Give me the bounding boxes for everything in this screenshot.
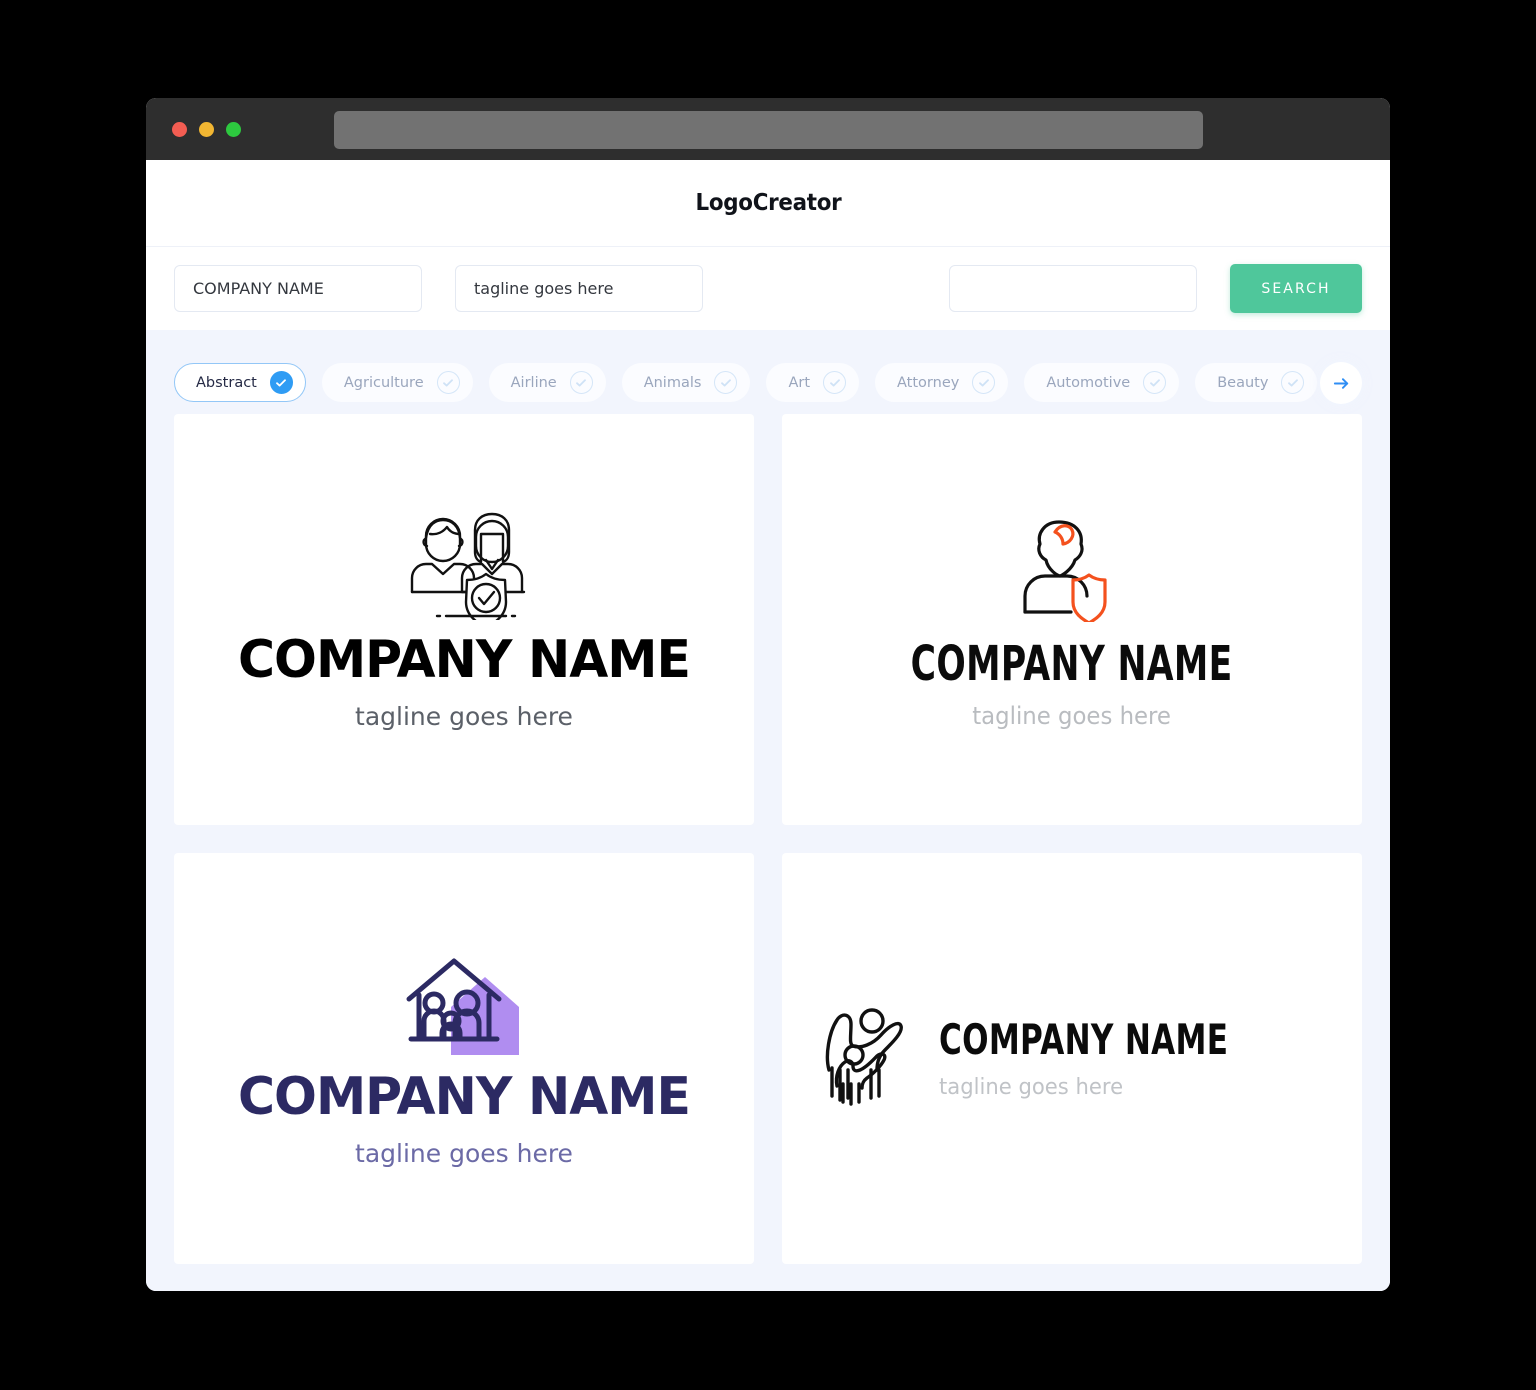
logo-results-grid: COMPANY NAME tagline goes here COMPANY N… (174, 414, 1362, 1264)
app-brand-title: LogoCreator (695, 190, 841, 216)
category-chip-label: Agriculture (343, 374, 424, 391)
categories-next-button[interactable] (1320, 362, 1362, 404)
category-chip-agriculture[interactable]: Agriculture (321, 363, 473, 402)
logo-card[interactable]: COMPANY NAME tagline goes here (174, 853, 754, 1264)
browser-window: LogoCreator SEARCH Abstract Agriculture (146, 98, 1390, 1291)
logo-preview: COMPANY NAME tagline goes here (231, 510, 697, 729)
category-chip-label: Automotive (1046, 374, 1131, 391)
family-raised-arms-icon (825, 1007, 903, 1106)
window-controls (172, 121, 241, 137)
maximize-window-button[interactable] (226, 121, 241, 137)
check-circle-icon[interactable] (972, 371, 996, 394)
company-name-input[interactable] (174, 265, 422, 312)
logo-card[interactable]: COMPANY NAME tagline goes here (174, 414, 754, 825)
category-chip-airline[interactable]: Airline (488, 363, 606, 402)
category-chip-art[interactable]: Art (766, 363, 860, 402)
category-chip-label: Attorney (897, 374, 960, 391)
category-chip-label: Beauty (1217, 374, 1269, 391)
category-chip-label: Airline (510, 374, 557, 391)
logo-company-name: COMPANY NAME (938, 1014, 1228, 1064)
check-circle-icon[interactable] (1143, 371, 1167, 394)
logo-preview: COMPANY NAME tagline goes here (848, 512, 1295, 728)
check-circle-icon[interactable] (823, 371, 847, 394)
app-body: Abstract Agriculture Airline Animals Art… (146, 330, 1390, 1291)
check-circle-icon[interactable] (269, 371, 293, 394)
minimize-window-button[interactable] (199, 121, 214, 137)
check-circle-icon[interactable] (1281, 371, 1305, 394)
search-bar: SEARCH (146, 246, 1390, 330)
tagline-input[interactable] (455, 265, 703, 312)
close-window-button[interactable] (172, 121, 187, 137)
two-people-shield-check-icon (410, 512, 526, 620)
category-chip-attorney[interactable]: Attorney (875, 363, 1009, 402)
logo-tagline: tagline goes here (938, 1074, 1123, 1100)
check-circle-icon[interactable] (569, 371, 593, 394)
category-chip-label: Abstract (196, 374, 257, 391)
person-with-shield-icon (1023, 519, 1107, 622)
category-chip-abstract[interactable]: Abstract (174, 363, 306, 402)
logo-preview: COMPANY NAME tagline goes here (231, 951, 697, 1166)
check-circle-icon[interactable] (714, 371, 738, 394)
logo-tagline: tagline goes here (355, 702, 573, 731)
logo-preview: COMPANY NAME tagline goes here (815, 1004, 1330, 1114)
category-chip-automotive[interactable]: Automotive (1024, 363, 1180, 402)
keyword-input[interactable] (949, 265, 1197, 312)
logo-company-name: COMPANY NAME (910, 635, 1233, 692)
logo-card[interactable]: COMPANY NAME tagline goes here (782, 414, 1362, 825)
logo-tagline: tagline goes here (972, 701, 1172, 730)
category-chip-beauty[interactable]: Beauty (1195, 363, 1318, 402)
check-circle-icon[interactable] (436, 371, 460, 394)
category-chip-list: Abstract Agriculture Airline Animals Art… (174, 330, 1362, 414)
logo-company-name: COMPANY NAME (237, 630, 691, 690)
search-button[interactable]: SEARCH (1230, 264, 1362, 313)
address-bar[interactable] (334, 111, 1203, 149)
category-chip-label: Art (788, 374, 811, 391)
logo-text-block: COMPANY NAME tagline goes here (938, 1014, 1330, 1100)
arrow-right-icon (1333, 377, 1348, 389)
app-header: LogoCreator (146, 160, 1390, 246)
category-chip-label: Animals (643, 374, 702, 391)
browser-titlebar (146, 98, 1390, 160)
logo-tagline: tagline goes here (355, 1139, 573, 1168)
logo-company-name: COMPANY NAME (237, 1067, 691, 1127)
family-house-icon (406, 958, 520, 1055)
category-chip-animals[interactable]: Animals (621, 363, 751, 402)
logo-card[interactable]: COMPANY NAME tagline goes here (782, 853, 1362, 1264)
